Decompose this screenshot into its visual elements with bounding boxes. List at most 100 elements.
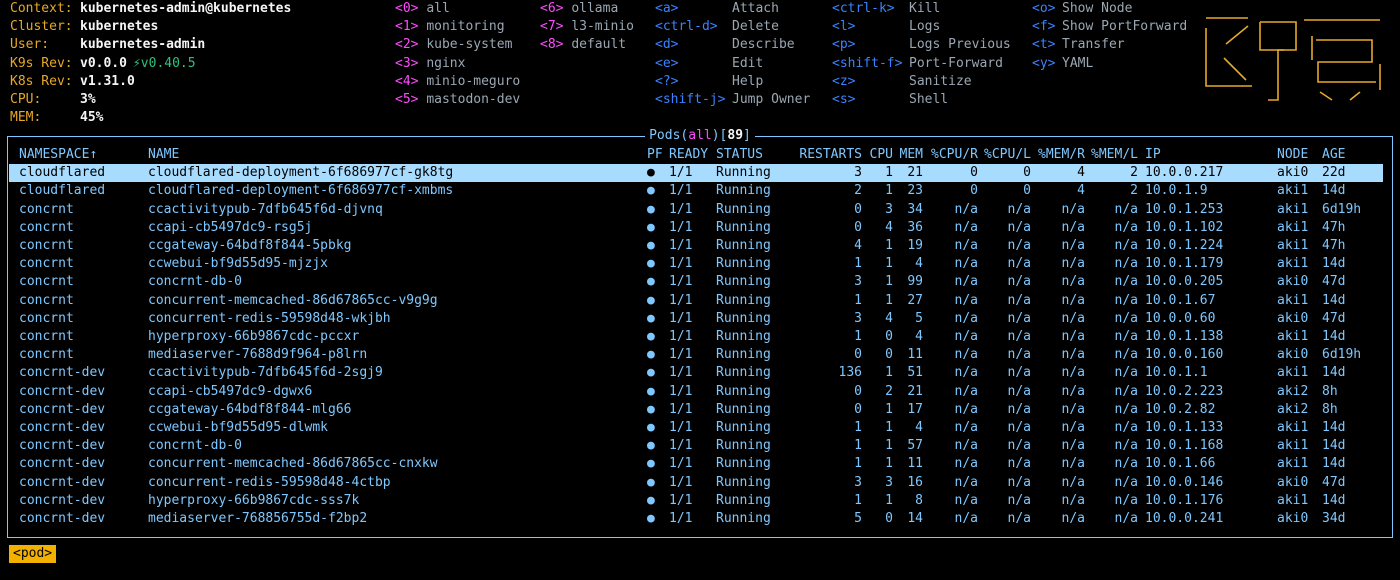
table-row[interactable]: concrnt ccapi-cb5497dc9-rsg5j ● 1/1 Running 0…: [9, 219, 1383, 237]
action-shortcut[interactable]: <y>: [1032, 55, 1055, 73]
col-age-header[interactable]: AGE: [1322, 146, 1345, 164]
namespace-label: mastodon-dev: [426, 92, 521, 107]
col-pf-header[interactable]: PF: [647, 146, 663, 164]
action-label[interactable]: Sanitize: [909, 73, 972, 91]
cell-age: 14d: [1322, 183, 1346, 199]
action-label[interactable]: Delete: [732, 18, 779, 36]
col-ready-header[interactable]: READY: [669, 146, 708, 164]
action-shortcut[interactable]: <shift-f>: [832, 55, 902, 73]
action-shortcut[interactable]: <a>: [655, 0, 678, 18]
cell-mem-r: n/a: [1061, 274, 1085, 290]
cell-node: aki1: [1277, 238, 1309, 253]
namespace-shortcut[interactable]: <1> monitoring: [395, 18, 505, 36]
namespace-shortcut[interactable]: <6> ollama: [540, 0, 618, 18]
breadcrumb[interactable]: <pod>: [9, 545, 57, 563]
action-shortcut[interactable]: <l>: [832, 18, 855, 36]
cell-name: ccgateway-64bdf8f844-mlg66: [148, 401, 352, 417]
action-label[interactable]: Show PortForward: [1062, 18, 1187, 36]
action-shortcut[interactable]: <ctrl-d>: [655, 18, 718, 36]
table-row[interactable]: concrnt-dev ccgateway-64bdf8f844-mlg66 ● 1/…: [9, 401, 1383, 419]
table-row[interactable]: concrnt-dev concrnt-db-0 ● 1/1 Running 1 1 57 n/…: [9, 437, 1383, 455]
action-shortcut[interactable]: <d>: [655, 36, 678, 54]
namespace-shortcut[interactable]: <8> default: [540, 36, 626, 54]
table-row[interactable]: concrnt ccactivitypub-7dfb645f6d-djvnq ● 1/…: [9, 201, 1383, 219]
cell-mem-l: n/a: [1114, 420, 1138, 435]
cell-status: Running: [716, 456, 771, 472]
cell-cpu-l: n/a: [1007, 219, 1031, 235]
action-label[interactable]: Transfer: [1062, 36, 1125, 54]
table-row[interactable]: concrnt concurrent-memcached-86d67865cc-v…: [9, 292, 1383, 310]
cell-mem-r: n/a: [1061, 420, 1085, 435]
shortcut-label: Attach: [732, 1, 779, 16]
table-row[interactable]: concrnt ccgateway-64bdf8f844-5pbkg ● 1/1 Run…: [9, 237, 1383, 255]
namespace-shortcut[interactable]: <5> mastodon-dev: [395, 91, 520, 109]
action-label[interactable]: Logs: [909, 18, 940, 36]
col-restarts-header[interactable]: RESTARTS: [799, 146, 862, 164]
col-mem-r-header[interactable]: %MEM/R: [1038, 146, 1085, 164]
col-node-header[interactable]: NODE: [1277, 146, 1308, 164]
action-shortcut[interactable]: <p>: [832, 36, 855, 54]
col-mem-header[interactable]: MEM: [900, 146, 923, 164]
cell-pf: ●: [647, 256, 655, 272]
action-label[interactable]: YAML: [1062, 55, 1093, 73]
cell-namespace: concrnt-dev: [19, 492, 106, 508]
table-row[interactable]: concrnt mediaserver-7688d9f964-p8lrn ● 1/1 R…: [9, 346, 1383, 364]
col-name-header[interactable]: NAME: [148, 146, 179, 164]
namespace-shortcut[interactable]: <4> minio-meguro: [395, 73, 520, 91]
cell-cpu-r: n/a: [954, 365, 978, 381]
table-row[interactable]: concrnt-dev mediaserver-768856755d-f2bp2 ●…: [9, 510, 1383, 528]
col-namespace-header[interactable]: NAMESPACE↑: [19, 146, 97, 164]
cell-ready: 1/1: [669, 256, 693, 272]
namespace-shortcut[interactable]: <0> all: [395, 0, 450, 18]
table-row[interactable]: concrnt-dev concurrent-redis-59598d48-4ct…: [9, 474, 1383, 492]
action-shortcut[interactable]: <ctrl-k>: [832, 0, 895, 18]
action-label[interactable]: Edit: [732, 55, 763, 73]
table-row[interactable]: concrnt concrnt-db-0 ● 1/1 Running 3 1 99 n/a n/a…: [9, 273, 1383, 291]
table-row[interactable]: cloudflared cloudflared-deployment-6f6869…: [9, 164, 1383, 183]
table-row[interactable]: cloudflared cloudflared-deployment-6f6869…: [9, 182, 1383, 200]
cell-cpu-l: 0: [1023, 165, 1031, 181]
table-row[interactable]: concrnt ccwebui-bf9d55d95-mjzjx ● 1/1 Runnin…: [9, 255, 1383, 273]
action-shortcut[interactable]: <o>: [1032, 0, 1055, 18]
table-row[interactable]: concrnt-dev ccapi-cb5497dc9-dgwx6 ● 1/1 Runn…: [9, 383, 1383, 401]
col-cpu-r-header[interactable]: %CPU/R: [931, 146, 978, 164]
namespace-shortcut[interactable]: <7> l3-minio: [540, 18, 634, 36]
namespace-label: default: [571, 37, 627, 53]
namespace-shortcut[interactable]: <3> nginx: [395, 55, 465, 73]
action-shortcut[interactable]: <?>: [655, 73, 678, 91]
cell-cpu-r: 0: [970, 183, 978, 199]
action-label[interactable]: Jump Owner: [732, 91, 810, 109]
shortcut-key: <o>: [1032, 1, 1056, 16]
action-label[interactable]: Describe: [732, 36, 795, 54]
col-ip-header[interactable]: IP: [1145, 146, 1161, 164]
action-label[interactable]: Logs Previous: [909, 36, 1011, 54]
namespace-shortcut[interactable]: <2> kube-system: [395, 36, 512, 54]
table-row[interactable]: concrnt concurrent-redis-59598d48-wkjbh ● 1…: [9, 310, 1383, 328]
action-label[interactable]: Kill: [909, 0, 940, 18]
action-shortcut[interactable]: <s>: [832, 91, 855, 109]
action-shortcut[interactable]: <z>: [832, 73, 855, 91]
cell-namespace: cloudflared: [19, 165, 106, 181]
cell-mem-l: 2: [1130, 183, 1138, 199]
action-label[interactable]: Port-Forward: [909, 55, 1003, 73]
cell-mem-r: n/a: [1061, 438, 1085, 454]
cell-mem-l: n/a: [1114, 238, 1138, 253]
col-cpu-header[interactable]: CPU: [870, 146, 893, 164]
action-label[interactable]: Help: [732, 73, 763, 91]
table-row[interactable]: concrnt hyperproxy-66b9867cdc-pccxr ● 1/1 Ru…: [9, 328, 1383, 346]
table-row[interactable]: concrnt-dev hyperproxy-66b9867cdc-sss7k ● 1…: [9, 492, 1383, 510]
col-cpu-l-header[interactable]: %CPU/L: [984, 146, 1031, 164]
shortcut-key: <0>: [395, 1, 419, 16]
table-row[interactable]: concrnt-dev ccactivitypub-7dfb645f6d-2sgj…: [9, 364, 1383, 382]
table-row[interactable]: concrnt-dev concurrent-memcached-86d67865…: [9, 455, 1383, 473]
action-label[interactable]: Shell: [909, 91, 948, 109]
action-shortcut[interactable]: <e>: [655, 55, 678, 73]
col-mem-l-header[interactable]: %MEM/L: [1091, 146, 1138, 164]
action-shortcut[interactable]: <shift-j>: [655, 91, 725, 109]
action-shortcut[interactable]: <t>: [1032, 36, 1055, 54]
action-label[interactable]: Attach: [732, 0, 779, 18]
action-shortcut[interactable]: <f>: [1032, 18, 1055, 36]
col-status-header[interactable]: STATUS: [716, 146, 763, 164]
action-label[interactable]: Show Node: [1062, 0, 1132, 18]
table-row[interactable]: concrnt-dev ccwebui-bf9d55d95-dlwmk ● 1/1 Ru…: [9, 419, 1383, 437]
